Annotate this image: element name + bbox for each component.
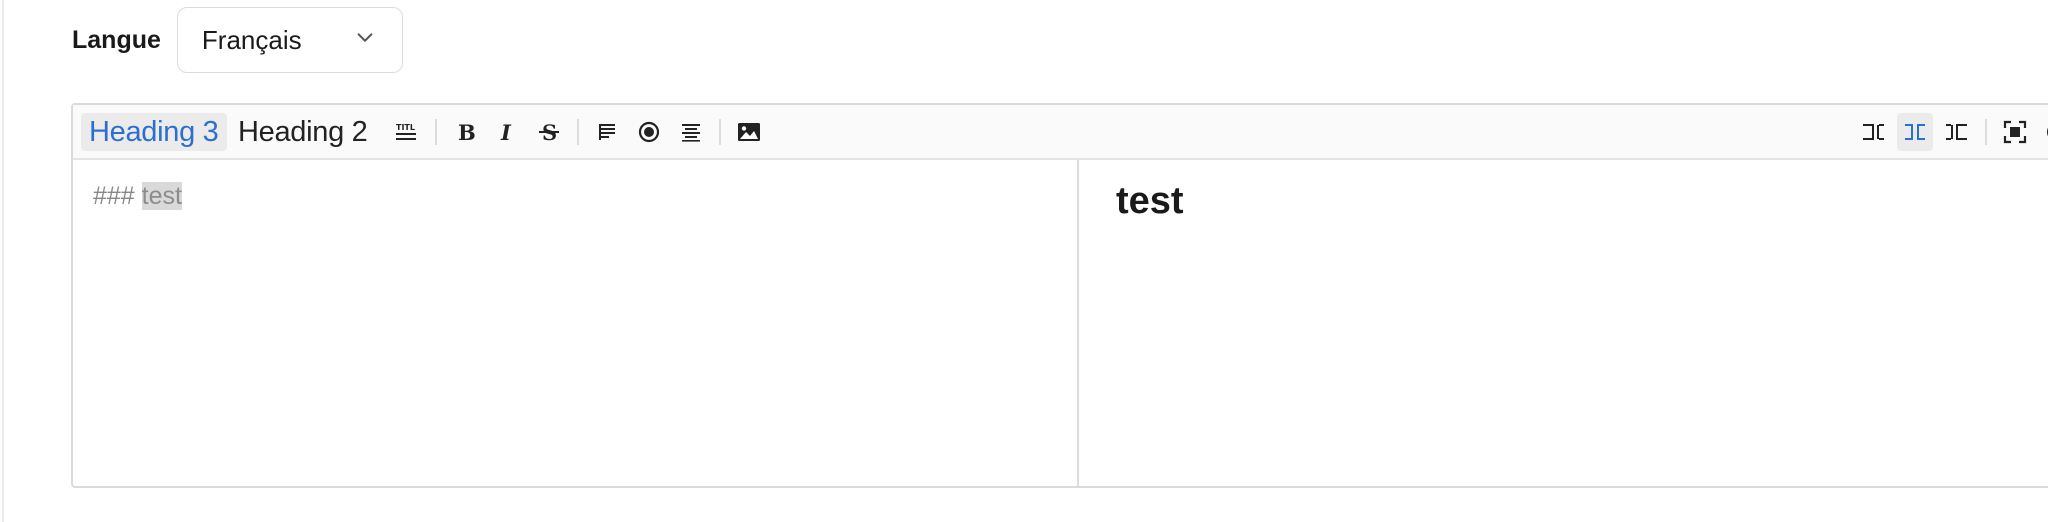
record-icon[interactable] (631, 113, 667, 151)
preview-pane: test (1079, 160, 2048, 486)
align-center-icon[interactable] (673, 113, 709, 151)
markdown-editor: Heading 3 Heading 2 TITL B I S ### test … (71, 103, 2048, 488)
heading3-button[interactable]: Heading 3 (81, 113, 227, 151)
language-row: Langue Français (72, 6, 403, 74)
svg-text:I: I (500, 120, 512, 145)
toolbar-separator (577, 119, 579, 145)
source-pane[interactable]: ### test (73, 160, 1079, 486)
editor-only-icon[interactable] (1855, 113, 1891, 151)
editor-toolbar: Heading 3 Heading 2 TITL B I S (73, 105, 2048, 160)
fullscreen-icon[interactable] (1997, 113, 2033, 151)
split-view-icon[interactable] (1897, 113, 1933, 151)
strikethrough-icon[interactable]: S (531, 113, 567, 151)
italic-icon[interactable]: I (489, 113, 525, 151)
language-selected-value: Français (201, 24, 302, 55)
more-icon[interactable] (2039, 113, 2048, 151)
preview-heading: test (1116, 180, 1184, 222)
left-border (2, 0, 4, 522)
preview-only-icon[interactable] (1939, 113, 1975, 151)
language-select[interactable]: Français (176, 7, 403, 73)
toolbar-separator (1985, 119, 1987, 145)
source-selected-text: test (141, 182, 182, 210)
svg-text:B: B (458, 120, 476, 145)
svg-text:TITL: TITL (396, 123, 415, 132)
toolbar-separator (719, 119, 721, 145)
source-heading-prefix: ### (93, 182, 135, 210)
chevron-down-icon (354, 27, 376, 54)
language-label: Langue (72, 25, 161, 54)
bold-icon[interactable]: B (447, 113, 483, 151)
heading2-button[interactable]: Heading 2 (230, 113, 376, 151)
toolbar-separator (435, 119, 437, 145)
title-icon[interactable]: TITL (389, 113, 425, 151)
source-line: ### test (93, 182, 182, 211)
image-icon[interactable] (731, 113, 767, 151)
paragraph-align-icon[interactable] (589, 113, 625, 151)
